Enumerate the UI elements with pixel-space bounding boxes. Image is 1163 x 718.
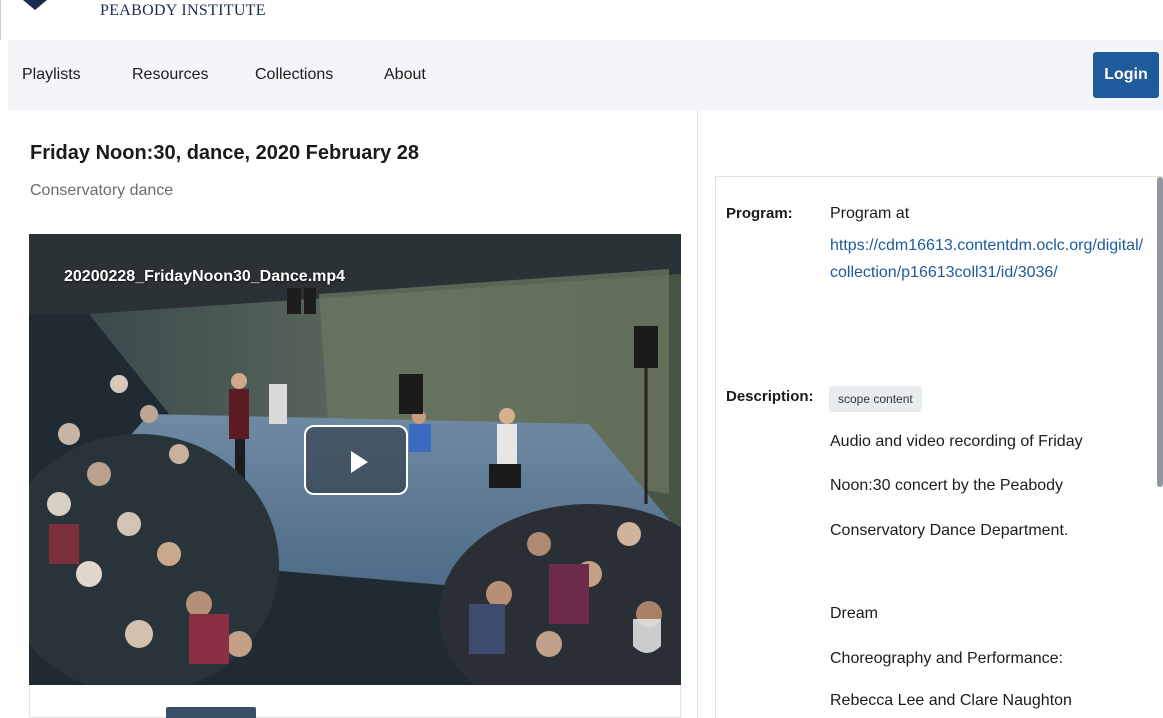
description-line: Audio and video recording of Friday xyxy=(830,433,1083,450)
peabody-watermark-icon xyxy=(633,619,661,653)
main-navbar: Playlists Resources Collections About Lo… xyxy=(8,40,1163,110)
description-line: Rebecca Lee and Clare Naughton xyxy=(830,692,1072,709)
play-icon xyxy=(351,451,368,473)
peabody-shield-icon[interactable] xyxy=(23,0,47,10)
metadata-panel: Program: Program at https://cdm16613.con… xyxy=(715,176,1163,718)
nav-about[interactable]: About xyxy=(384,66,426,84)
site-header: PEABODY INSTITUTE xyxy=(0,0,1163,40)
program-link[interactable]: https://cdm16613.contentdm.oclc.org/digi… xyxy=(830,232,1150,286)
login-button[interactable]: Login xyxy=(1093,52,1159,98)
thumbnail-strip xyxy=(29,685,681,718)
description-line: Choreography and Performance: xyxy=(830,650,1064,667)
play-button[interactable] xyxy=(304,425,408,495)
video-thumbnail[interactable] xyxy=(166,707,256,718)
program-label: Program: xyxy=(726,205,793,222)
description-line: Noon:30 concert by the Peabody xyxy=(830,477,1064,494)
nav-resources[interactable]: Resources xyxy=(132,66,208,84)
site-logo-text[interactable]: PEABODY INSTITUTE xyxy=(100,2,266,20)
page-title: Friday Noon:30, dance, 2020 February 28 xyxy=(30,142,420,164)
video-player[interactable]: 20200228_FridayNoon30_Dance.mp4 xyxy=(29,234,681,685)
description-line: Dream xyxy=(830,605,879,622)
item-main-pane: Friday Noon:30, dance, 2020 February 28 … xyxy=(8,110,697,718)
metadata-scrollbar[interactable] xyxy=(1157,177,1163,487)
description-line: Conservatory Dance Department. xyxy=(830,522,1069,539)
video-filename: 20200228_FridayNoon30_Dance.mp4 xyxy=(64,268,346,285)
nav-playlists[interactable]: Playlists xyxy=(22,66,81,84)
nav-collections[interactable]: Collections xyxy=(255,66,333,84)
scope-content-badge: scope content xyxy=(829,386,922,412)
item-subtitle: Conservatory dance xyxy=(30,182,174,199)
program-text: Program at xyxy=(830,205,910,222)
description-label: Description: xyxy=(726,388,814,405)
pane-divider xyxy=(697,110,698,718)
